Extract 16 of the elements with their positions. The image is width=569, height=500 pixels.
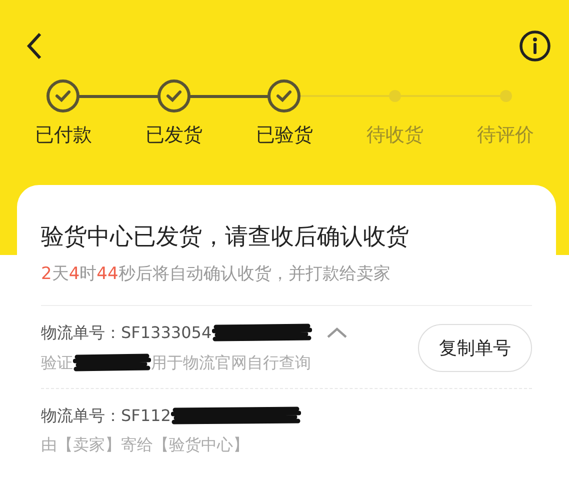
step-label: 已发货 [145,123,202,148]
step-label: 已验货 [256,123,313,148]
step-label: 已付款 [34,123,92,148]
shipment-note: 验证 [41,352,73,374]
tracking-number: 物流单号：SF1333054 [41,322,212,344]
shipment-note: 由【卖家】寄给【验货中心】 [41,435,249,456]
copy-number-button[interactable]: 复制单号 [418,324,532,372]
step-label: 待评价 [477,123,534,148]
shipment-note: 用于物流官网自行查询 [151,352,311,374]
countdown-text: 2天4时44秒后将自动确认收货，并打款给卖家 [41,263,392,285]
chevron-up-icon[interactable] [326,327,348,339]
status-title: 验货中心已发货，请查收后确认收货 [41,223,410,252]
tracking-number: 物流单号：SF112 [41,406,171,426]
info-icon[interactable] [519,30,551,62]
step-label: 待收货 [366,123,424,148]
back-icon[interactable] [26,32,42,60]
